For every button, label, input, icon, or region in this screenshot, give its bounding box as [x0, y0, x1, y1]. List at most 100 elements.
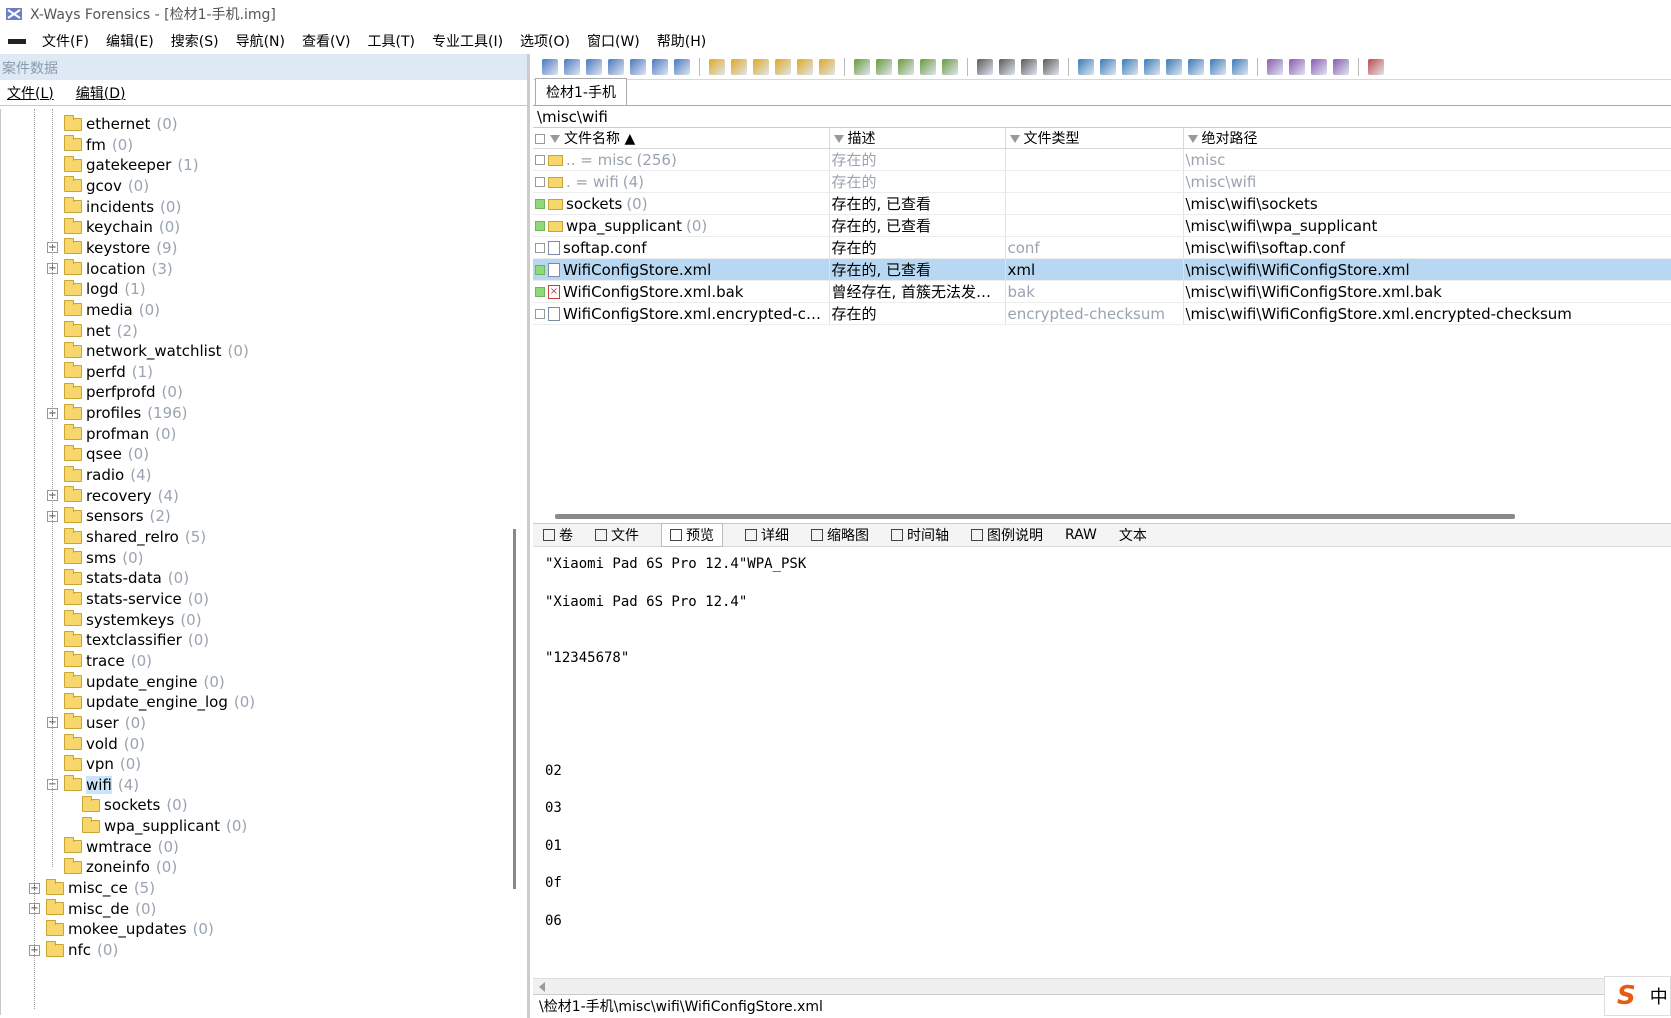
tree-item[interactable]: shared_relro (5) — [47, 526, 206, 548]
tab-gallery[interactable]: 缩略图 — [811, 525, 869, 545]
table-row[interactable]: .. = misc (256) 存在的 \misc — [533, 148, 1671, 171]
print-preview-icon[interactable] — [630, 58, 646, 75]
scroll-left-icon[interactable] — [539, 982, 545, 992]
tree-item[interactable]: + recovery (4) — [47, 485, 179, 507]
table-row[interactable]: wpa_supplicant (0) 存在的, 已查看 \misc\wifi\wpa_… — [533, 214, 1671, 237]
menu-file[interactable]: 文件(F) — [42, 31, 89, 51]
tree-item[interactable]: + profiles (196) — [47, 402, 188, 424]
row-checkbox[interactable] — [535, 177, 545, 187]
menu-search[interactable]: 搜索(S) — [171, 31, 219, 51]
tree-item[interactable]: wmtrace (0) — [47, 836, 179, 858]
tree-item[interactable]: + location (3) — [47, 258, 173, 280]
tree-item[interactable]: profman (0) — [47, 423, 176, 445]
menu-specialist[interactable]: 专业工具(I) — [432, 31, 503, 51]
menu-options[interactable]: 选项(O) — [520, 31, 570, 51]
tab-raw[interactable]: RAW — [1065, 527, 1097, 543]
tree-item[interactable]: trace (0) — [47, 650, 152, 672]
tree-item[interactable]: textclassifier (0) — [47, 629, 209, 651]
cell-filename[interactable]: WifiConfigStore.xml — [533, 258, 830, 281]
tab-volume[interactable]: 卷 — [543, 525, 573, 545]
hash-icon[interactable] — [1188, 58, 1204, 75]
tree-item[interactable]: keychain (0) — [47, 216, 180, 238]
preview-scrollbar[interactable] — [533, 978, 1671, 994]
tab-evidence[interactable]: 检材1-手机 — [535, 78, 627, 105]
tree-item[interactable]: stats-service (0) — [47, 588, 209, 610]
column-description[interactable]: 描述 — [829, 128, 1006, 149]
find-hex-icon[interactable] — [876, 58, 892, 75]
system-menu-icon[interactable] — [8, 38, 26, 44]
row-checkbox[interactable] — [535, 221, 545, 231]
tree-item[interactable]: ethernet (0) — [47, 113, 178, 135]
column-path[interactable]: 绝对路径 — [1183, 128, 1671, 149]
menu-tools[interactable]: 工具(T) — [368, 31, 415, 51]
tree-item[interactable]: + sensors (2) — [47, 505, 171, 527]
report-icon[interactable] — [1368, 58, 1384, 75]
tree-item[interactable]: incidents (0) — [47, 196, 181, 218]
paste-icon[interactable] — [775, 58, 791, 75]
row-checkbox[interactable] — [535, 287, 545, 297]
cell-filename[interactable]: × WifiConfigStore.xml.bak — [533, 280, 830, 303]
undo-icon[interactable] — [709, 58, 725, 75]
tree-item[interactable]: net (2) — [47, 320, 138, 342]
tree-item[interactable]: + nfc (0) — [29, 939, 118, 961]
ime-indicator[interactable]: S 中 — [1604, 976, 1671, 1016]
menu-view[interactable]: 查看(V) — [302, 31, 351, 51]
search-zoom-icon[interactable] — [1166, 58, 1182, 75]
upload-icon[interactable] — [674, 58, 690, 75]
cell-filename[interactable]: softap.conf — [533, 236, 830, 259]
tree-item[interactable]: + keystore (9) — [47, 237, 177, 259]
tab-text[interactable]: 文本 — [1119, 525, 1147, 545]
case-menu-edit[interactable]: 编辑(D) — [76, 83, 126, 103]
tree-item[interactable]: zoneinfo (0) — [47, 856, 177, 878]
filter-icon[interactable] — [1009, 135, 1020, 143]
case-menu-file[interactable]: 文件(L) — [7, 83, 54, 103]
goto-offset-icon[interactable] — [977, 58, 993, 75]
tab-preview[interactable]: 预览 — [661, 523, 723, 547]
tree-item[interactable]: vpn (0) — [47, 753, 141, 775]
column-name[interactable]: 文件名称 ▲ — [533, 128, 830, 149]
tree-item[interactable]: stats-data (0) — [47, 567, 189, 589]
convert-icon[interactable] — [819, 58, 835, 75]
new-file-icon[interactable] — [542, 58, 558, 75]
tree-item[interactable]: + user (0) — [47, 712, 146, 734]
print-icon[interactable] — [608, 58, 624, 75]
tree-item[interactable]: media (0) — [47, 299, 160, 321]
table-row[interactable]: sockets (0) 存在的, 已查看 \misc\wifi\sockets — [533, 192, 1671, 215]
tree-item[interactable]: radio (4) — [47, 464, 151, 486]
tree-item[interactable]: perfprofd (0) — [47, 381, 183, 403]
menu-window[interactable]: 窗口(W) — [587, 31, 640, 51]
tree-item[interactable]: systemkeys (0) — [47, 609, 202, 631]
find-text-icon[interactable] — [854, 58, 870, 75]
image-view-icon[interactable] — [1210, 58, 1226, 75]
grid-icon[interactable] — [1289, 58, 1305, 75]
tree-item[interactable]: + misc_de (0) — [29, 898, 156, 920]
find-hex-value-icon[interactable] — [898, 58, 914, 75]
tab-details[interactable]: 详细 — [745, 525, 789, 545]
row-checkbox[interactable] — [535, 309, 545, 319]
table-row[interactable]: × WifiConfigStore.xml.bak 曾经存在, 首簇无法发现... b… — [533, 280, 1671, 303]
replace-icon[interactable] — [920, 58, 936, 75]
cell-filename[interactable]: . = wifi (4) — [533, 170, 830, 193]
tree-item[interactable]: + misc_ce (5) — [29, 877, 155, 899]
table-row[interactable]: softap.conf 存在的 conf \misc\wifi\softap.conf — [533, 236, 1671, 259]
calculator-icon[interactable] — [1144, 58, 1160, 75]
tree-item[interactable]: fm (0) — [47, 134, 133, 156]
tree-item[interactable]: sockets (0) — [65, 794, 188, 816]
tab-file[interactable]: 文件 — [595, 525, 639, 545]
tree-item[interactable]: mokee_updates (0) — [29, 918, 214, 940]
row-checkbox[interactable] — [535, 243, 545, 253]
disk-open-icon[interactable] — [1100, 58, 1116, 75]
tree-item[interactable]: gcov (0) — [47, 175, 149, 197]
cell-filename[interactable]: .. = misc (256) — [533, 148, 830, 171]
go-forward-icon[interactable] — [1043, 58, 1059, 75]
copy-icon[interactable] — [731, 58, 747, 75]
prev-page-icon[interactable] — [1311, 58, 1327, 75]
table-row[interactable]: WifiConfigStore.xml 存在的, 已查看 xml \misc\wifi… — [533, 258, 1671, 281]
next-page-icon[interactable] — [1333, 58, 1349, 75]
tree-item[interactable]: qsee (0) — [47, 443, 149, 465]
menu-help[interactable]: 帮助(H) — [657, 31, 706, 51]
paste-special-icon[interactable] — [797, 58, 813, 75]
tree-item[interactable]: − wifi (4) — [47, 774, 139, 796]
menu-edit[interactable]: 编辑(E) — [106, 31, 154, 51]
properties-icon[interactable] — [652, 58, 668, 75]
